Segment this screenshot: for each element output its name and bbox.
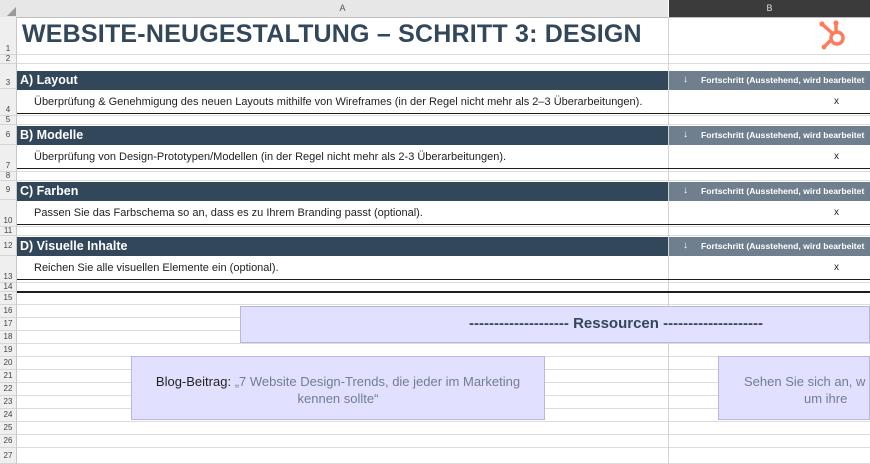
gridline	[17, 180, 870, 181]
resource-link-continued[interactable]: kennen sollte“	[298, 391, 379, 406]
section-header-farben: C) Farben	[17, 182, 668, 201]
column-header-b[interactable]: B	[669, 0, 870, 18]
row-header[interactable]: 24	[0, 409, 17, 422]
section-label: C) Farben	[20, 184, 79, 198]
gridline	[17, 115, 870, 116]
section-header-visuelle-inhalte: D) Visuelle Inhalte	[17, 237, 668, 256]
section-divider	[17, 113, 870, 114]
row-header[interactable]: 7	[0, 145, 17, 172]
row-header[interactable]: 14	[0, 283, 17, 292]
section-divider	[17, 224, 870, 225]
row-header[interactable]: 25	[0, 422, 17, 435]
row-header[interactable]: 5	[0, 116, 17, 125]
select-all-corner[interactable]	[0, 0, 18, 18]
row-header[interactable]: 4	[0, 89, 17, 116]
row-header[interactable]: 18	[0, 331, 17, 344]
section-label: A) Layout	[20, 73, 78, 87]
task-visuelle-inhalte-progress[interactable]: x	[834, 262, 839, 273]
progress-column-header[interactable]: ↓ Fortschritt (Ausstehend, wird bearbeite…	[669, 71, 870, 90]
row-header[interactable]: 3	[0, 64, 17, 89]
row-header[interactable]: 6	[0, 125, 17, 145]
row-header[interactable]: 19	[0, 344, 17, 357]
task-layout[interactable]: Überprüfung & Genehmigung des neuen Layo…	[34, 96, 642, 108]
task-visuelle-inhalte[interactable]: Reichen Sie alle visuellen Elemente ein …	[34, 262, 279, 274]
row-header[interactable]: 21	[0, 370, 17, 383]
gridline	[17, 434, 870, 435]
gridline	[17, 235, 870, 236]
row-header[interactable]: 8	[0, 172, 17, 181]
gridline	[17, 54, 870, 55]
gridline	[17, 447, 870, 448]
row-header[interactable]: 22	[0, 383, 17, 396]
row-header[interactable]: 27	[0, 448, 17, 464]
task-farben-progress[interactable]: x	[834, 207, 839, 218]
section-header-modelle: B) Modelle	[17, 126, 668, 145]
row-header[interactable]: 26	[0, 435, 17, 448]
section-divider	[17, 168, 870, 169]
gridline	[17, 343, 870, 344]
row-header[interactable]: 2	[0, 55, 17, 64]
gridline	[17, 226, 870, 227]
resource-card-blog[interactable]: Blog-Beitrag: „7 Website Design-Trends, …	[131, 356, 545, 420]
progress-column-header[interactable]: ↓ Fortschritt (Ausstehend, wird bearbeite…	[669, 126, 870, 145]
task-modelle[interactable]: Überprüfung von Design-Prototypen/Modell…	[34, 151, 506, 163]
resource-label: Blog-Beitrag:	[155, 374, 232, 389]
progress-header-label: Fortschritt (Ausstehend, wird bearbeitet	[701, 75, 865, 85]
arrow-down-icon: ↓	[683, 240, 688, 251]
progress-header-label: Fortschritt (Ausstehend, wird bearbeitet	[701, 186, 865, 196]
task-farben[interactable]: Passen Sie das Farbschema so an, dass es…	[34, 207, 423, 219]
row-header[interactable]: 1	[0, 17, 17, 55]
gridline	[17, 421, 870, 422]
column-header-a[interactable]: A	[17, 0, 668, 18]
row-header[interactable]: 16	[0, 305, 17, 318]
gridline	[17, 124, 870, 125]
gridline	[17, 171, 870, 172]
task-modelle-progress[interactable]: x	[834, 151, 839, 162]
page-title: WEBSITE-NEUGESTALTUNG – SCHRITT 3: DESIG…	[22, 20, 642, 48]
resources-header: -------------------- Ressourcen --------…	[240, 306, 870, 343]
gridline	[17, 304, 870, 305]
section-divider	[17, 291, 870, 293]
resources-title: -------------------- Ressourcen --------…	[469, 315, 764, 332]
hubspot-logo-icon	[819, 20, 845, 50]
progress-column-header[interactable]: ↓ Fortschritt (Ausstehend, wird bearbeite…	[669, 237, 870, 256]
section-label: D) Visuelle Inhalte	[20, 239, 128, 253]
gridline	[17, 63, 870, 64]
section-header-layout: A) Layout	[17, 71, 668, 90]
row-header[interactable]: 15	[0, 292, 17, 305]
select-all-icon	[7, 7, 16, 16]
arrow-down-icon: ↓	[683, 74, 688, 85]
arrow-down-icon: ↓	[683, 129, 688, 140]
row-header[interactable]: 23	[0, 396, 17, 409]
section-label: B) Modelle	[20, 128, 84, 142]
row-header[interactable]: 17	[0, 318, 17, 331]
resource-link-continued[interactable]: um ihre	[804, 391, 847, 406]
resource-link[interactable]: Sehen Sie sich an, w	[744, 374, 865, 389]
progress-header-label: Fortschritt (Ausstehend, wird bearbeitet	[701, 130, 865, 140]
progress-column-header[interactable]: ↓ Fortschritt (Ausstehend, wird bearbeite…	[669, 182, 870, 201]
row-header[interactable]: 11	[0, 227, 17, 236]
row-header[interactable]: 10	[0, 200, 17, 227]
task-layout-progress[interactable]: x	[834, 96, 839, 107]
resource-link[interactable]: „7 Website Design-Trends, die jeder im M…	[235, 374, 520, 389]
row-header[interactable]: 20	[0, 357, 17, 370]
row-header[interactable]: 9	[0, 181, 17, 200]
section-divider	[17, 279, 870, 280]
arrow-down-icon: ↓	[683, 185, 688, 196]
resource-card-video[interactable]: Sehen Sie sich an, w um ihre	[718, 356, 870, 420]
progress-header-label: Fortschritt (Ausstehend, wird bearbeitet	[701, 241, 865, 251]
row-header[interactable]: 12	[0, 236, 17, 256]
gridline	[17, 282, 870, 283]
row-header[interactable]: 13	[0, 256, 17, 283]
